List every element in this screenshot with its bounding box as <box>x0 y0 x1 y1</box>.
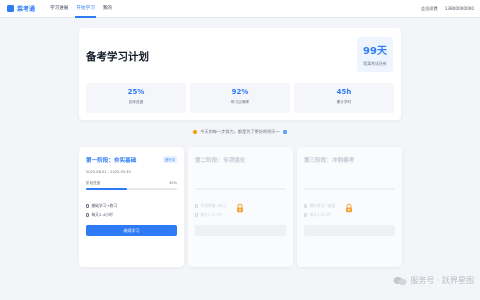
stage-title: 第一阶段：夯实基础 <box>86 158 137 164</box>
stage-progress-bar <box>86 188 177 190</box>
lock-icon <box>346 203 352 213</box>
nav-item-start-learning[interactable]: 开始学习 <box>72 0 98 18</box>
stage-task-text: 专项突破+练习 <box>200 203 227 208</box>
book-icon <box>283 130 288 134</box>
stage-time-line: 每天4-6小时 <box>304 212 331 218</box>
vip-renew-link[interactable]: 会员续费 <box>421 6 438 12</box>
stat-overall-progress: 25% 总体进度 <box>86 83 186 113</box>
stat-value: 45h <box>336 88 352 96</box>
stage-progress-bar <box>304 188 395 190</box>
stage-time-text: 每天3-5小时 <box>200 212 222 217</box>
wechat-icon <box>393 276 407 285</box>
stage-title: 第三阶段：冲刺模考 <box>304 158 355 164</box>
stage-card-3: 第三阶段：冲刺模考 模拟考试+复盘 每天4-6小时 <box>297 147 402 267</box>
stage-time-line: 每天2-4小时 <box>86 212 113 218</box>
stage-time-line: 每天3-5小时 <box>195 212 222 218</box>
clock-icon <box>86 213 90 217</box>
stage-time-text: 每天2-4小时 <box>91 212 113 217</box>
stat-label: 累计学时 <box>336 100 352 104</box>
clock-icon <box>195 213 199 217</box>
status-badge: 进行中 <box>162 156 177 163</box>
stage-progress-label: 阶段进度 <box>86 181 101 185</box>
locked-stage-button <box>195 225 286 236</box>
stage-time-text: 每天4-6小时 <box>309 212 331 217</box>
stat-study-hours: 45h 累计学时 <box>294 83 394 113</box>
top-nav-bar: 菜考通 学习进展 开始学习 我的 会员续费 13800000000 <box>0 0 480 18</box>
task-icon <box>86 204 90 208</box>
stage-progress-value: 45% <box>169 181 177 185</box>
continue-learning-button[interactable]: 继续学习 <box>86 225 177 236</box>
countdown-label: 距离考试还有 <box>363 61 387 66</box>
stage-progress-fill <box>86 188 127 190</box>
task-icon <box>195 204 199 208</box>
sun-icon <box>192 130 197 134</box>
stage-progress-bar <box>195 188 286 190</box>
stage-card-2: 第二阶段：专项强化 专项突破+练习 每天3-5小时 <box>188 147 293 267</box>
stage-task-line: 模拟考试+复盘 <box>304 203 335 209</box>
countdown-value: 99天 <box>363 46 387 57</box>
stat-label: 总体进度 <box>128 100 144 104</box>
stage-title: 第二阶段：专项强化 <box>195 158 246 164</box>
stage-task-text: 模拟考试+复盘 <box>309 203 336 208</box>
stat-value: 25% <box>127 88 145 96</box>
stage-task-line: 专项突破+练习 <box>195 203 226 209</box>
stage-card-1[interactable]: 第一阶段：夯实基础 进行中 2025.08.01 - 2025.09.30 阶段… <box>79 147 184 267</box>
user-area: 会员续费 13800000000 <box>414 6 474 12</box>
brand-logo-icon <box>7 5 14 12</box>
nav-item-mine[interactable]: 我的 <box>99 0 116 18</box>
stat-label: 练习正确率 <box>230 100 250 104</box>
exam-countdown: 99天 距离考试还有 <box>357 37 393 72</box>
page-title: 备考学习计划 <box>86 51 149 63</box>
stage-dates: 2025.08.01 - 2025.09.30 <box>86 170 131 174</box>
study-plan-card: 备考学习计划 99天 距离考试还有 25% 总体进度 92% 练习正确率 45h… <box>79 28 401 120</box>
stat-value: 92% <box>231 88 249 96</box>
watermark: 服务号 · 跃界星图 <box>393 275 474 286</box>
lock-icon <box>237 203 243 213</box>
main-nav: 学习进展 开始学习 我的 <box>46 0 116 18</box>
brand[interactable]: 菜考通 <box>7 4 35 13</box>
locked-stage-button <box>304 225 395 236</box>
nav-item-progress[interactable]: 学习进展 <box>46 0 72 18</box>
clock-icon <box>304 213 308 217</box>
task-icon <box>304 204 308 208</box>
stat-accuracy: 92% 练习正确率 <box>190 83 290 113</box>
user-phone[interactable]: 13800000000 <box>445 6 474 12</box>
motivation-banner: 今天的每一步努力，都是为了更好的明天～ <box>0 129 480 135</box>
motivation-text: 今天的每一步努力，都是为了更好的明天～ <box>200 129 280 134</box>
stage-task-text: 基础学习+练习 <box>91 203 118 208</box>
stage-task-line: 基础学习+练习 <box>86 203 117 209</box>
watermark-text: 服务号 · 跃界星图 <box>410 276 474 285</box>
brand-name: 菜考通 <box>17 6 36 13</box>
